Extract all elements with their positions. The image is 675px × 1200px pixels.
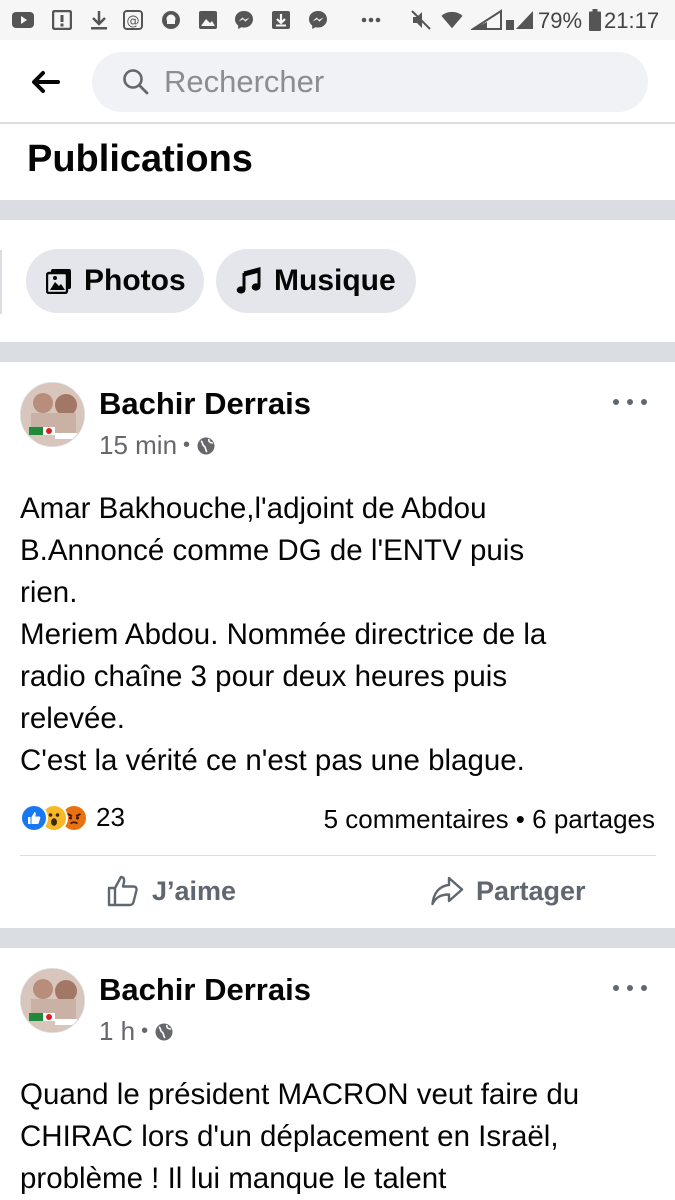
- post-text-line: CHIRAC lors d'un déplacement en Israël,: [20, 1120, 559, 1153]
- post-text: Amar Bakhouche,l'adjoint de Abdou B.Anno…: [20, 488, 660, 782]
- back-arrow-icon: [32, 71, 60, 93]
- post-text-line: problème ! Il lui manque le talent: [20, 1162, 447, 1195]
- post-text-line: B.Annoncé comme DG de l'ENTV puis: [20, 534, 525, 567]
- like-label: J’aime: [152, 875, 237, 906]
- filter-music-label: Musique: [274, 264, 396, 297]
- post-meta: 1 h •: [99, 1016, 174, 1047]
- back-button[interactable]: [22, 62, 68, 102]
- section-header: Publications: [0, 126, 675, 200]
- like-button[interactable]: J’aime: [106, 874, 236, 908]
- post-options-button[interactable]: [613, 392, 647, 412]
- wifi-icon: [441, 9, 463, 31]
- search-icon: [123, 69, 149, 95]
- post-meta: 15 min •: [99, 430, 216, 461]
- share-label: Partager: [476, 875, 586, 906]
- download-box-icon: [270, 9, 292, 31]
- svg-text:@: @: [127, 14, 140, 29]
- post-divider: [20, 855, 656, 856]
- status-bar: @ 79% 21:17: [0, 0, 675, 40]
- post-text: Quand le président MACRON veut faire du …: [20, 1074, 660, 1200]
- filter-photos-button[interactable]: Photos: [26, 249, 204, 313]
- section-separator: [0, 200, 675, 220]
- post-author[interactable]: Bachir Derrais: [99, 972, 311, 1008]
- post-card: Bachir Derrais 15 min • Amar Bakhouche,l…: [0, 362, 675, 928]
- section-separator: [0, 342, 675, 362]
- meta-separator: •: [183, 434, 191, 456]
- page-title: Publications: [27, 138, 253, 180]
- post-text-line: C'est la vérité ce n'est pas une blague.: [20, 744, 525, 777]
- like-reaction-icon: [20, 803, 48, 832]
- more-dots-icon: [360, 9, 382, 31]
- post-text-line: radio chaîne 3 pour deux heures puis: [20, 660, 508, 693]
- filter-music-button[interactable]: Musique: [216, 249, 416, 313]
- search-bar[interactable]: [92, 52, 648, 112]
- reaction-count: 23: [96, 802, 125, 832]
- filter-photos-label: Photos: [84, 264, 186, 297]
- photo-icon: [46, 268, 72, 294]
- share-button[interactable]: Partager: [430, 874, 586, 908]
- download-icon: [88, 9, 110, 31]
- signal-icon: [470, 9, 504, 31]
- battery-percent: 79%: [538, 8, 583, 33]
- scroll-edge: [0, 250, 2, 314]
- mute-icon: [410, 9, 432, 31]
- message-icon: [51, 9, 73, 31]
- post-text-line: relevée.: [20, 702, 125, 735]
- meta-separator: •: [141, 1020, 149, 1042]
- like-icon: [107, 875, 138, 907]
- post-text-line: Amar Bakhouche,l'adjoint de Abdou: [20, 492, 487, 525]
- clock-time: 21:17: [604, 8, 660, 33]
- search-input[interactable]: [164, 64, 624, 100]
- reactions-summary[interactable]: 23: [20, 802, 125, 833]
- image-icon: [197, 9, 219, 31]
- globe-icon: [197, 437, 215, 454]
- filter-bar: Photos Musique: [0, 220, 675, 342]
- avatar[interactable]: [20, 968, 85, 1033]
- post-stats[interactable]: 5 commentaires • 6 partages: [324, 804, 655, 835]
- share-icon: [431, 876, 464, 906]
- post-author[interactable]: Bachir Derrais: [99, 386, 311, 422]
- battery-icon: [588, 9, 602, 31]
- post-time[interactable]: 15 min: [99, 430, 177, 461]
- at-icon: @: [122, 9, 144, 31]
- messenger-icon: [233, 9, 255, 31]
- signal-icon: [505, 9, 535, 31]
- section-separator: [0, 928, 675, 948]
- post-time[interactable]: 1 h: [99, 1016, 135, 1047]
- music-note-icon: [236, 267, 262, 295]
- post-text-line: Meriem Abdou. Nommée directrice de la: [20, 618, 547, 651]
- youtube-icon: [12, 9, 34, 31]
- messenger-icon: [307, 9, 329, 31]
- avatar[interactable]: [20, 382, 85, 447]
- top-bar: [0, 40, 675, 124]
- post-card: Bachir Derrais 1 h • Quand le président …: [0, 948, 675, 1200]
- post-text-line: rien.: [20, 576, 78, 609]
- globe-icon: [155, 1023, 173, 1040]
- snapchat-icon: [160, 9, 182, 31]
- post-text-line: Quand le président MACRON veut faire du: [20, 1078, 580, 1111]
- post-options-button[interactable]: [613, 978, 647, 998]
